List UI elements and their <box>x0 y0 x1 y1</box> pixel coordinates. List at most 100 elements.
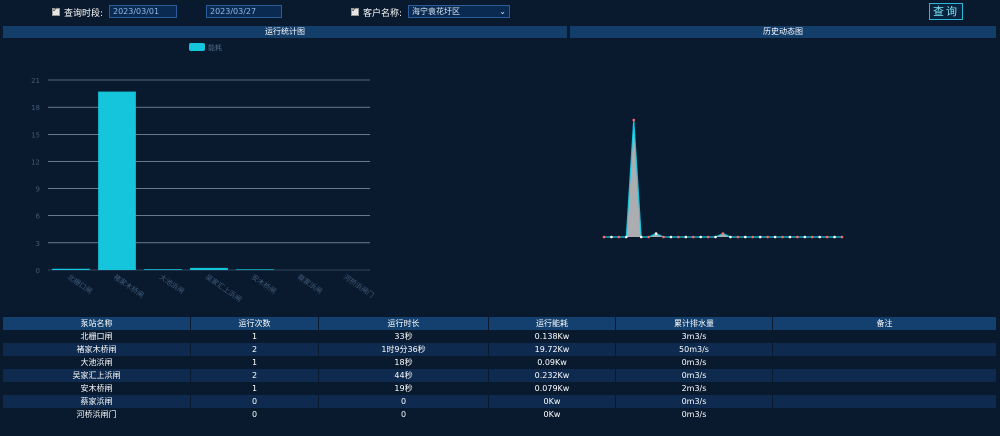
table-body: 北栅口闸 1 33秒 0.138Kw 3m3/s 褚家木桥闸 2 1时9分36秒 19.72Kw… <box>3 330 996 421</box>
customer-filter: 客户名称: <box>351 2 402 22</box>
table-row: 大池浜闸 1 18秒 0.09Kw 0m3/s <box>3 356 996 369</box>
data-point <box>736 235 740 239</box>
table-cell: 3m3/s <box>616 330 773 343</box>
table-row: 吴家汇上浜闸 2 44秒 0.232Kw 0m3/s <box>3 369 996 382</box>
y-tick-label: 18 <box>31 104 40 112</box>
period-label: 查询时段: <box>64 8 104 19</box>
pump-station-table: 泵站名称 运行次数 运行时长 运行能耗 累计排水量 备注 北栅口闸 1 33秒 0.1… <box>3 317 996 421</box>
data-point <box>639 235 643 239</box>
data-point <box>610 235 613 239</box>
table-cell: 北栅口闸 <box>3 330 191 343</box>
bar <box>190 267 228 270</box>
table-cell: 0.079Kw <box>489 382 616 395</box>
data-point <box>833 235 836 239</box>
data-point <box>825 235 829 239</box>
table-cell: 0Kw <box>489 395 616 408</box>
date-to-input[interactable]: 2023/03/27 <box>206 5 282 18</box>
table-cell: 0.138Kw <box>489 330 616 343</box>
x-tick-label: 吴家汇上浜闸 <box>204 272 244 303</box>
data-point <box>617 235 621 239</box>
header-discharge: 累计排水量 <box>616 317 773 330</box>
customer-select-value: 海宁袁花圩区 <box>412 7 460 16</box>
data-point <box>677 235 680 239</box>
data-point <box>625 235 628 239</box>
data-point <box>662 235 665 239</box>
y-tick-label: 9 <box>36 186 40 194</box>
data-point <box>773 235 777 239</box>
table-cell: 1时9分36秒 <box>319 343 489 356</box>
customer-select[interactable]: 海宁袁花圩区 ⌄ <box>408 5 510 18</box>
header-remarks: 备注 <box>876 319 893 328</box>
table-cell: 蔡家浜闸 <box>3 395 191 408</box>
data-point <box>744 235 747 239</box>
table-cell: 0 <box>319 395 489 408</box>
data-point <box>796 235 799 239</box>
x-tick-label: 安木桥闸 <box>250 272 278 295</box>
bar-chart-title: 运行统计图 <box>3 26 567 38</box>
date-from-input[interactable]: 2023/03/01 <box>109 5 177 18</box>
table-cell: 50m3/s <box>616 343 773 356</box>
table-cell: 大池浜闸 <box>3 356 191 369</box>
table-header-row: 泵站名称 运行次数 运行时长 运行能耗 累计排水量 备注 <box>3 317 996 330</box>
x-tick-label: 蔡家浜闸 <box>296 272 324 295</box>
table-cell: 1 <box>191 356 319 369</box>
table-row: 北栅口闸 1 33秒 0.138Kw 3m3/s <box>3 330 996 343</box>
table-cell <box>773 408 996 421</box>
table-cell: 河桥浜闸门 <box>3 408 191 421</box>
table-cell: 0m3/s <box>616 369 773 382</box>
customer-label: 客户名称: <box>363 8 403 19</box>
history-chart <box>602 118 844 239</box>
table-cell: 19.72Kw <box>489 343 616 356</box>
data-point <box>691 235 695 239</box>
period-filter: 查询时段: <box>52 2 103 22</box>
table-cell: 褚家木桥闸 <box>3 343 191 356</box>
data-point <box>632 118 636 122</box>
table-cell: 44秒 <box>319 369 489 382</box>
y-tick-label: 21 <box>31 77 40 85</box>
customer-checkbox[interactable] <box>351 5 359 16</box>
bar <box>236 269 274 270</box>
table-cell <box>773 382 996 395</box>
data-point <box>699 235 702 239</box>
header-run-duration: 运行时长 <box>319 317 489 330</box>
y-tick-label: 0 <box>36 267 40 275</box>
y-tick-label: 6 <box>36 213 41 221</box>
bar <box>98 91 136 270</box>
filter-toolbar: 查询时段: 2023/03/01 2023/03/27 客户名称: 海宁袁花圩区… <box>0 0 1000 24</box>
table-cell: 0m3/s <box>616 408 773 421</box>
data-point <box>788 235 792 239</box>
table-cell: 0.232Kw <box>489 369 616 382</box>
table-row: 蔡家浜闸 0 0 0Kw 0m3/s <box>3 395 996 408</box>
table-cell <box>773 343 996 356</box>
table-cell: 0 <box>191 408 319 421</box>
y-tick-label: 12 <box>31 158 40 166</box>
table-cell: 安木桥闸 <box>3 382 191 395</box>
table-cell <box>773 330 996 343</box>
table-cell: 0Kw <box>489 408 616 421</box>
data-point <box>706 235 710 239</box>
query-button[interactable]: 查询 <box>929 3 963 20</box>
header-station-name: 泵站名称 <box>3 317 191 330</box>
bar <box>52 268 90 270</box>
chevron-down-icon: ⌄ <box>499 7 506 16</box>
data-point <box>781 235 784 239</box>
table-cell: 2m3/s <box>616 382 773 395</box>
data-point <box>647 235 650 239</box>
data-point <box>721 232 725 235</box>
table-cell: 1 <box>191 330 319 343</box>
x-tick-label: 褚家木桥闸 <box>112 272 146 299</box>
table-row: 河桥浜闸门 0 0 0Kw 0m3/s <box>3 408 996 421</box>
bar-chart: 能耗 0 3 6 9 12 15 18 21 北栅口闸 褚家木桥闸 大池浜闸 吴家汇上浜闸 安木桥闸 蔡家浜… <box>31 43 376 304</box>
data-point <box>840 235 844 239</box>
table-cell: 0 <box>191 395 319 408</box>
y-tick-label: 15 <box>31 131 40 139</box>
table-cell: 2 <box>191 343 319 356</box>
table-cell: 0 <box>319 408 489 421</box>
table-cell <box>773 356 996 369</box>
data-point <box>818 235 821 239</box>
x-tick-label: 河桥浜闸门 <box>342 272 376 299</box>
data-point <box>810 235 814 239</box>
period-checkbox[interactable] <box>52 5 60 16</box>
data-point <box>669 235 673 239</box>
table-row: 安木桥闸 1 19秒 0.079Kw 2m3/s <box>3 382 996 395</box>
